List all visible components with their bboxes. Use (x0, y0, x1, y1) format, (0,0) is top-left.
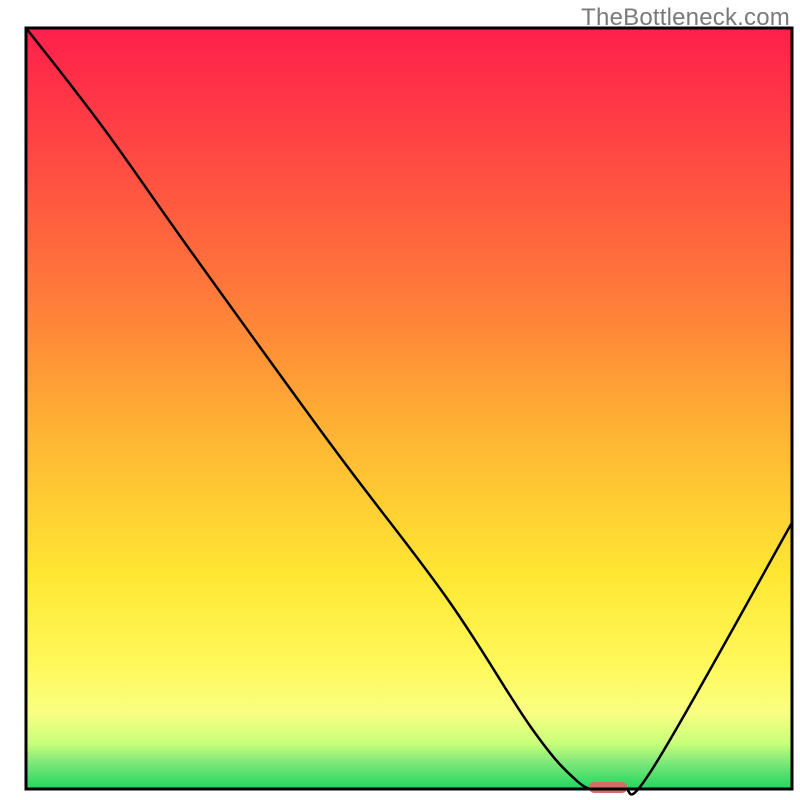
chart-stage: TheBottleneck.com (0, 0, 800, 800)
watermark-text: TheBottleneck.com (581, 4, 790, 32)
plot-background (26, 28, 792, 789)
bottleneck-chart (0, 0, 800, 800)
